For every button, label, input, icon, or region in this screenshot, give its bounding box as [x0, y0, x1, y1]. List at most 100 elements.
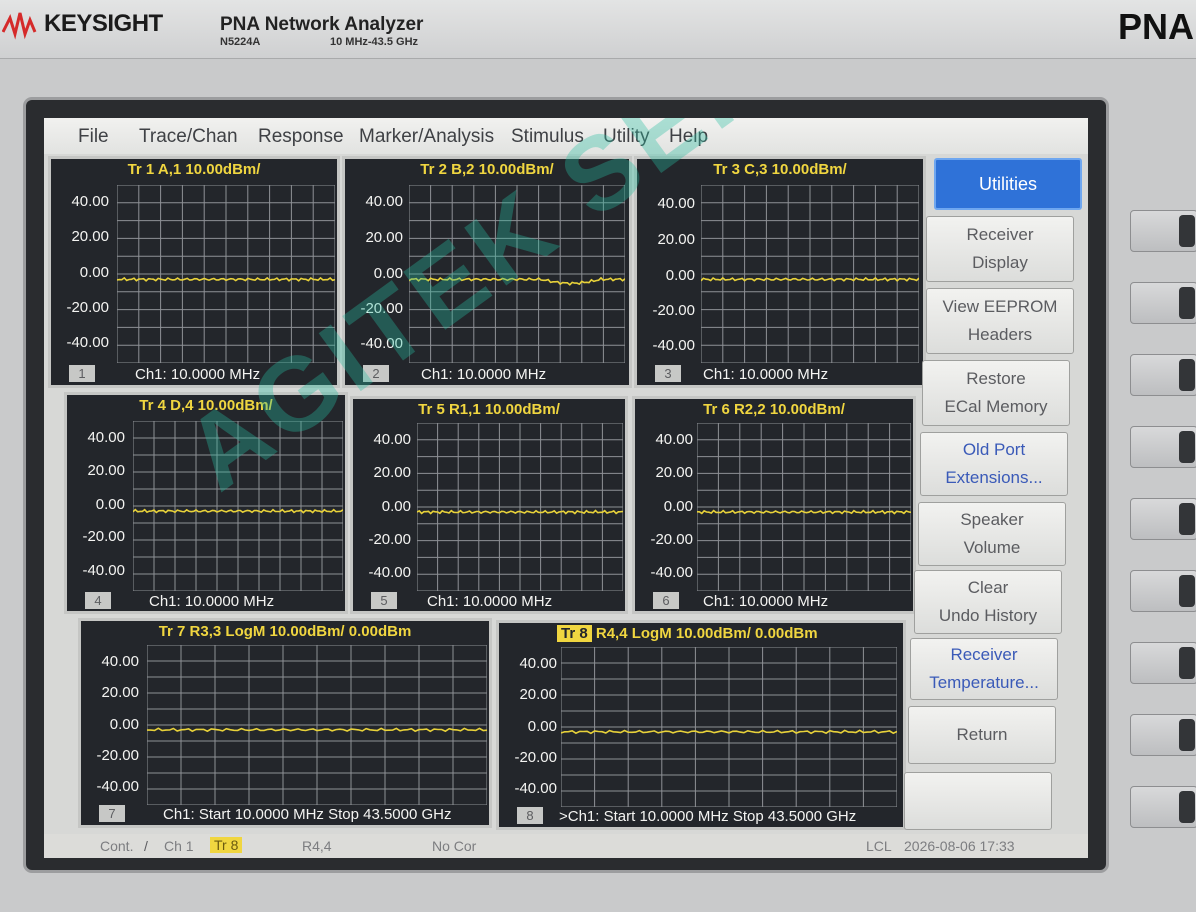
menu-utility[interactable]: Utility: [603, 126, 649, 148]
hardware-softkey[interactable]: [1130, 426, 1196, 468]
key-face: [1179, 359, 1195, 391]
y-tick-label: -40.00: [82, 562, 125, 579]
y-tick-label: 20.00: [519, 686, 557, 703]
trace-window-2[interactable]: Tr 2 B,2 10.00dBm/ 40.00 20.00 0.00 -20.…: [342, 156, 632, 388]
key-face: [1179, 575, 1195, 607]
menu-stimulus[interactable]: Stimulus: [511, 126, 584, 148]
menu-marker-analysis[interactable]: Marker/Analysis: [359, 126, 494, 148]
softkey-clear-undo-history[interactable]: Clear Undo History: [914, 570, 1062, 634]
channel-footer: Ch1: 10.0000 MHz: [703, 593, 829, 610]
y-tick-label: -40.00: [514, 780, 557, 797]
window-number: 8: [517, 807, 543, 824]
y-tick-label: 0.00: [381, 498, 411, 515]
series-mark: PNA: [1118, 6, 1195, 47]
y-tick-label: 40.00: [373, 431, 411, 448]
window-title: Tr 3 C,3 10.00dBm/: [713, 161, 847, 178]
softkey-view-eeprom-headers[interactable]: View EEPROM Headers: [926, 288, 1074, 354]
menu-help[interactable]: Help: [669, 126, 708, 148]
y-tick-label: 40.00: [71, 193, 109, 210]
hardware-softkey[interactable]: [1130, 642, 1196, 684]
softkey-label-line: Receiver: [950, 645, 1018, 664]
window-title: Tr 8 R4,4 LogM 10.00dBm/ 0.00dBm: [557, 625, 903, 642]
y-tick-label: -20.00: [82, 528, 125, 545]
hardware-softkey[interactable]: [1130, 498, 1196, 540]
window-title: Tr 6 R2,2 10.00dBm/: [703, 401, 845, 418]
softkey-label-line: ECal Memory: [944, 397, 1048, 416]
y-tick-label: 40.00: [519, 655, 557, 672]
softkey-old-port-extensions[interactable]: Old Port Extensions...: [920, 432, 1068, 496]
window-number: 6: [653, 592, 679, 609]
window-title: Tr 1 A,1 10.00dBm/: [127, 161, 261, 178]
trace-window-1[interactable]: Tr 1 A,1 10.00dBm/ 40.00 20.00 0.00 -20.…: [48, 156, 340, 388]
active-trace-number: Tr 8: [557, 625, 592, 642]
trace-window-5[interactable]: Tr 5 R1,1 10.00dBm/ 40.00 20.00 0.00 -20…: [350, 396, 628, 614]
softkey-label-line: Volume: [963, 538, 1021, 557]
y-tick-label: 0.00: [95, 496, 125, 513]
trace-window-8[interactable]: Tr 8 R4,4 LogM 10.00dBm/ 0.00dBm 40.00 2…: [496, 620, 906, 830]
window-title: Tr 4 D,4 10.00dBm/: [139, 397, 273, 414]
status-correction[interactable]: No Cor: [432, 838, 476, 854]
softkey-label-line: Receiver: [966, 225, 1034, 244]
y-tick-label: 20.00: [657, 231, 695, 248]
y-tick-label: 40.00: [101, 653, 139, 670]
channel-footer: >Ch1: Start 10.0000 MHz Stop 43.5000 GHz: [559, 808, 857, 825]
trace-plot: [417, 423, 623, 591]
y-tick-label: -40.00: [66, 334, 109, 351]
softkey-label-line: Extensions...: [945, 468, 1043, 487]
window-title: Tr 7 R3,3 LogM 10.00dBm/ 0.00dBm: [158, 623, 412, 640]
y-tick-label: -20.00: [368, 531, 411, 548]
y-tick-label: 0.00: [109, 716, 139, 733]
softkey-receiver-temperature[interactable]: Receiver Temperature...: [910, 638, 1058, 700]
instrument-top-strip: KEYSIGHT PNA Network Analyzer N5224A 10 …: [0, 0, 1196, 59]
key-face: [1179, 647, 1195, 679]
channel-footer: Ch1: 10.0000 MHz: [703, 366, 829, 383]
softkey-speaker-volume[interactable]: Speaker Volume: [918, 502, 1066, 566]
hardware-softkey[interactable]: [1130, 354, 1196, 396]
status-active-trace[interactable]: Tr 8: [210, 837, 243, 853]
trace-window-6[interactable]: Tr 6 R2,2 10.00dBm/ 40.00 20.00 0.00 -20…: [632, 396, 916, 614]
softkey-utilities[interactable]: Utilities: [934, 158, 1082, 210]
y-tick-label: 20.00: [373, 464, 411, 481]
hardware-softkey[interactable]: [1130, 714, 1196, 756]
status-slash-icon: /: [144, 838, 148, 854]
menu-bar: File Trace/Chan Response Marker/Analysis…: [44, 118, 1088, 154]
softkey-receiver-display[interactable]: Receiver Display: [926, 216, 1074, 282]
window-number: 7: [99, 805, 125, 822]
key-face: [1179, 431, 1195, 463]
trace-plot: [133, 421, 343, 591]
hardware-softkey[interactable]: [1130, 570, 1196, 612]
y-tick-label: 0.00: [663, 498, 693, 515]
status-sweep-mode[interactable]: Cont.: [100, 838, 133, 854]
window-number: 2: [363, 365, 389, 382]
y-tick-label: 0.00: [527, 718, 557, 735]
y-tick-label: 20.00: [365, 229, 403, 246]
softkey-label-line: Temperature...: [929, 673, 1039, 692]
hardware-softkey[interactable]: [1130, 786, 1196, 828]
hardware-softkey[interactable]: [1130, 210, 1196, 252]
brand-name: KEYSIGHT: [44, 10, 163, 37]
softkey-restore-ecal-memory[interactable]: Restore ECal Memory: [922, 360, 1070, 426]
window-number: 5: [371, 592, 397, 609]
window-title-text: R4,4 LogM 10.00dBm/ 0.00dBm: [591, 625, 818, 642]
y-tick-label: 40.00: [655, 431, 693, 448]
y-tick-label: -40.00: [96, 778, 139, 795]
y-tick-label: -20.00: [66, 299, 109, 316]
menu-response[interactable]: Response: [258, 126, 344, 148]
hardware-softkey[interactable]: [1130, 282, 1196, 324]
trace-window-4[interactable]: Tr 4 D,4 10.00dBm/ 40.00 20.00 0.00 -20.…: [64, 392, 348, 614]
channel-footer: Ch1: 10.0000 MHz: [149, 593, 275, 610]
trace-window-7[interactable]: Tr 7 R3,3 LogM 10.00dBm/ 0.00dBm 40.00 2…: [78, 618, 492, 828]
trace-plot: [147, 645, 487, 805]
y-tick-label: 20.00: [655, 464, 693, 481]
trace-window-3[interactable]: Tr 3 C,3 10.00dBm/ 40.00 20.00 0.00 -20.…: [634, 156, 926, 388]
softkey-label-line: Clear: [967, 578, 1009, 597]
softkey-return[interactable]: Return: [908, 706, 1056, 764]
y-tick-label: -40.00: [360, 335, 403, 352]
menu-file[interactable]: File: [78, 126, 109, 148]
keysight-wave-icon: [2, 12, 37, 40]
status-channel[interactable]: Ch 1: [164, 838, 194, 854]
status-parameter: R4,4: [302, 838, 332, 854]
softkey-blank[interactable]: [904, 772, 1052, 830]
trace-plot: [701, 185, 919, 363]
menu-trace-chan[interactable]: Trace/Chan: [139, 126, 238, 148]
